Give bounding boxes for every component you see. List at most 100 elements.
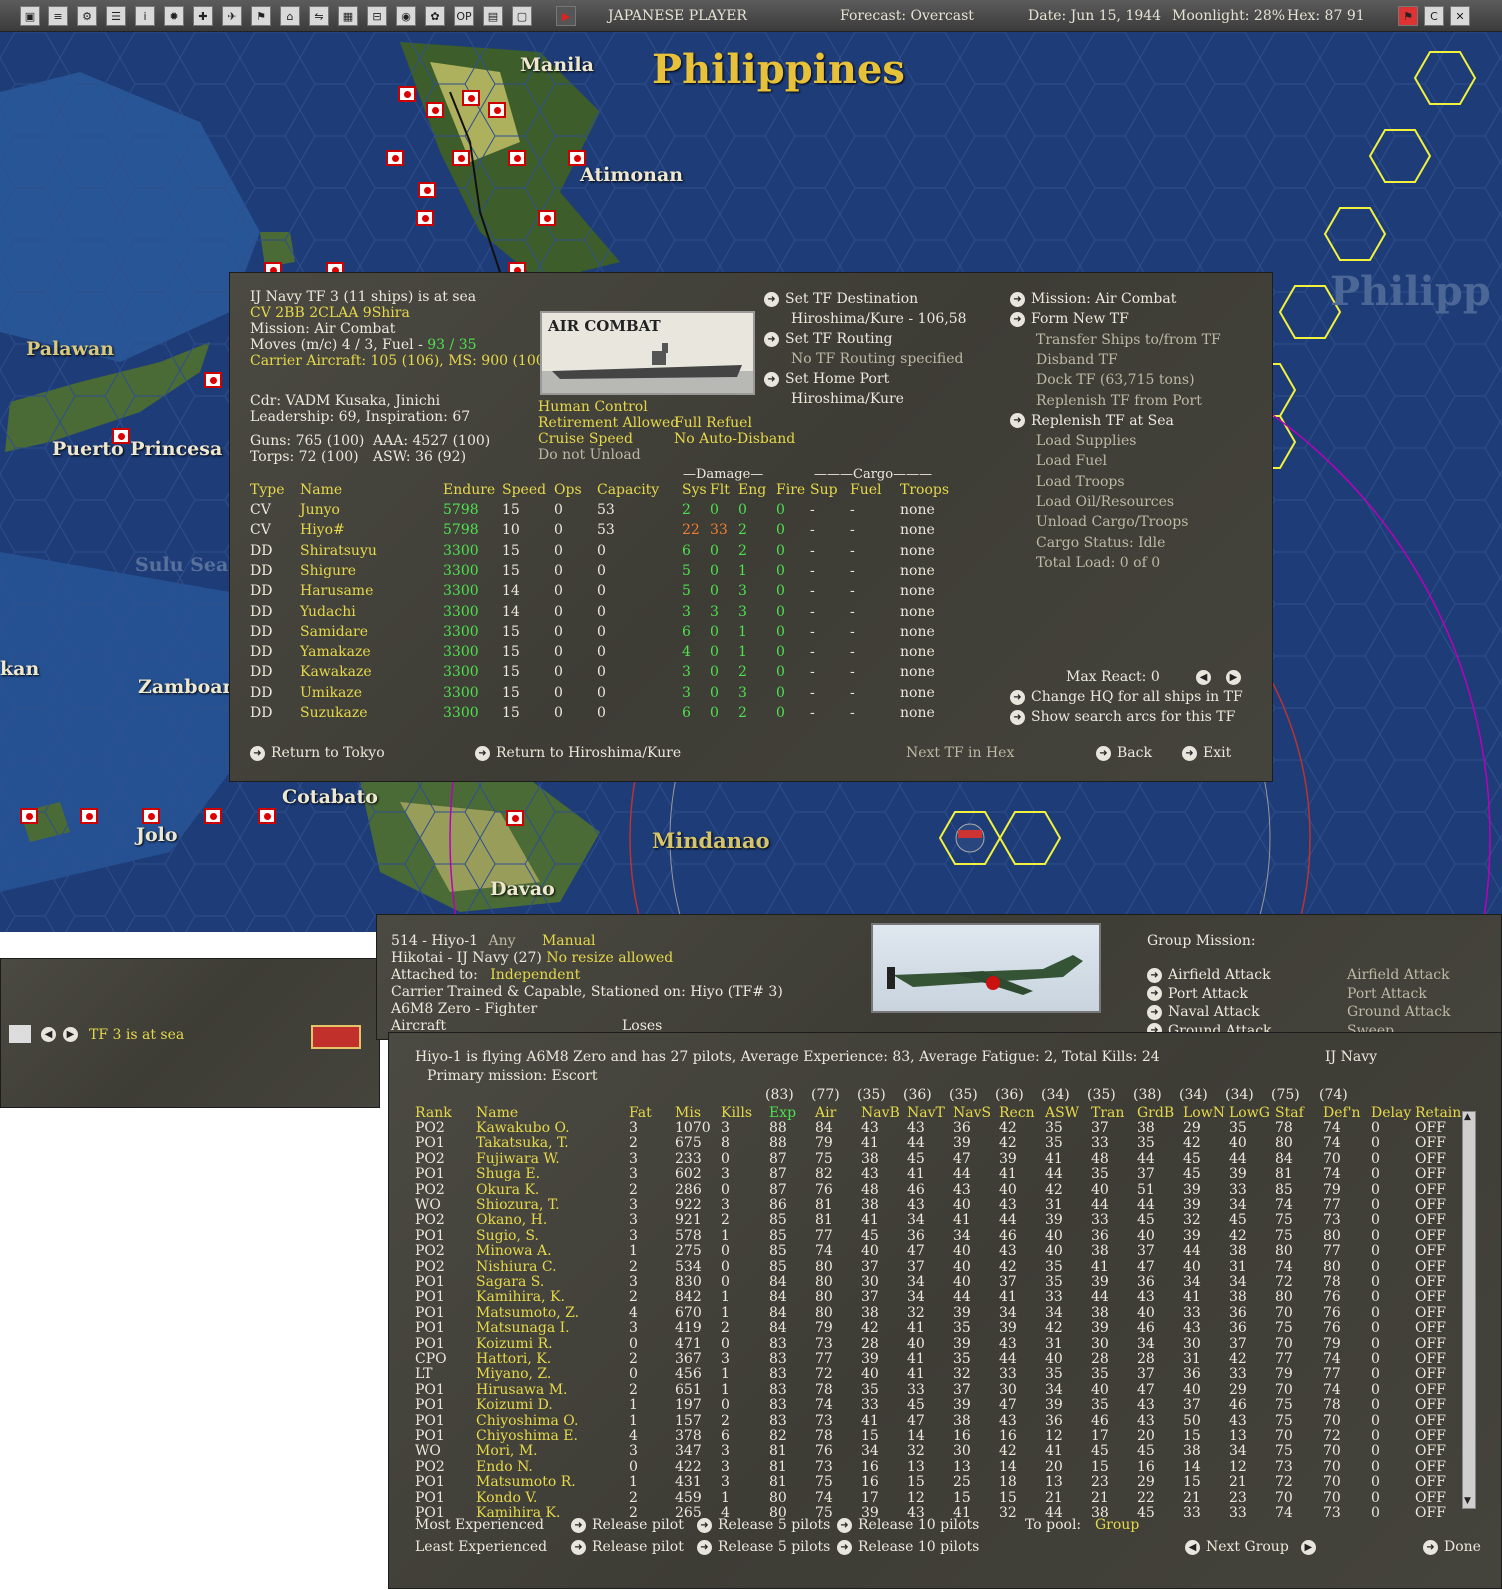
pilot-retain-toggle[interactable]: OFF [1415,1289,1446,1305]
pilot-column-header[interactable]: Exp [769,1105,796,1121]
pilot-column-header[interactable]: Retain [1415,1105,1461,1121]
gear-icon[interactable]: ⚙ [77,6,97,26]
ship-column-header[interactable]: Fire [776,482,805,498]
pilot-name-link[interactable]: Chiyoshima O. [476,1413,578,1429]
settings-icon[interactable]: ✿ [425,6,445,26]
pilot-name-link[interactable]: Chiyoshima E. [476,1428,578,1444]
pilot-retain-toggle[interactable]: OFF [1415,1459,1446,1475]
report-icon[interactable]: ☰ [106,6,126,26]
next-tf-button[interactable]: Next TF in Hex [906,745,1014,761]
pilot-name-link[interactable]: Koizumi D. [476,1397,553,1413]
base-marker-icon[interactable] [204,372,222,388]
base-marker-icon[interactable] [258,808,276,824]
pilot-retain-toggle[interactable]: OFF [1415,1351,1446,1367]
pilot-column-header[interactable]: NavS [953,1105,991,1121]
release-most-10[interactable]: ➜ Release 10 pilots [837,1517,979,1533]
terrain-icon[interactable]: ▦ [338,6,358,26]
base-marker-icon[interactable] [506,810,524,826]
pilot-name-link[interactable]: Kawakubo O. [476,1120,570,1136]
pilot-name-link[interactable]: Sugio, S. [476,1228,539,1244]
flag-icon[interactable]: ⚑ [1398,6,1418,26]
pilot-column-header[interactable]: Name [476,1105,518,1121]
ship-name-link[interactable]: Shigure [300,563,356,579]
ship-column-header[interactable]: Name [300,482,342,498]
next-arrow-icon[interactable]: ▶ [63,1027,78,1042]
pilot-scrollbar[interactable]: ▲ ▼ [1462,1111,1476,1509]
pilot-retain-toggle[interactable]: OFF [1415,1443,1446,1459]
task-force-icon[interactable] [311,1025,361,1049]
pilot-name-link[interactable]: Matsumoto R. [476,1474,576,1490]
ship-column-header[interactable]: Ops [554,482,582,498]
pilot-name-link[interactable]: Miyano, Z. [476,1366,551,1382]
ship-name-link[interactable]: Hiyo# [300,522,345,538]
pilot-name-link[interactable]: Shiozura, T. [476,1197,560,1213]
pilot-retain-toggle[interactable]: OFF [1415,1505,1446,1521]
ship-name-link[interactable]: Samidare [300,624,368,640]
base-marker-icon[interactable] [80,808,98,824]
return-kure-button[interactable]: ➜ Return to Hiroshima/Kure [475,745,681,761]
pilot-column-header[interactable]: Def'n [1323,1105,1361,1121]
pilot-column-header[interactable]: GrdB [1137,1105,1174,1121]
ship-column-header[interactable]: Type [250,482,285,498]
base-marker-icon[interactable] [462,90,480,106]
group-mission-secondary[interactable]: Airfield Attack [1347,967,1450,983]
ship-column-header[interactable]: Flt [710,482,730,498]
close-icon[interactable]: ✕ [1450,6,1470,26]
table-icon[interactable]: ▤ [483,6,503,26]
base-icon[interactable]: ⌂ [280,6,300,26]
ship-column-header[interactable]: Sup [810,482,838,498]
pilot-name-link[interactable]: Sagara S. [476,1274,544,1290]
ship-icon[interactable]: ✈ [222,6,242,26]
pilot-name-link[interactable]: Fujiwara W. [476,1151,560,1167]
base-marker-icon[interactable] [426,102,444,118]
flag-icon[interactable]: ⚑ [251,6,271,26]
pilot-name-link[interactable]: Okano, H. [476,1212,547,1228]
jp-flag-icon[interactable]: ✹ [164,6,184,26]
ship-name-link[interactable]: Umikaze [300,685,362,701]
pilot-column-header[interactable]: Staf [1275,1105,1304,1121]
pilot-column-header[interactable]: NavT [907,1105,945,1121]
unit-icon[interactable]: ⇋ [309,6,329,26]
pilot-name-link[interactable]: Shuga E. [476,1166,540,1182]
pilot-retain-toggle[interactable]: OFF [1415,1397,1446,1413]
ship-column-header[interactable]: Sys [682,482,707,498]
to-pool-value[interactable]: Group [1095,1517,1139,1533]
pilot-retain-toggle[interactable]: OFF [1415,1197,1446,1213]
base-marker-icon[interactable] [204,808,222,824]
ship-column-header[interactable]: Endure [443,482,495,498]
base-marker-icon[interactable] [508,150,526,166]
ship-column-header[interactable]: Capacity [597,482,659,498]
pilot-retain-toggle[interactable]: OFF [1415,1182,1446,1198]
base-marker-icon[interactable] [398,86,416,102]
pilot-name-link[interactable]: Minowa A. [476,1243,552,1259]
group-mission-secondary[interactable]: Ground Attack [1347,1004,1451,1020]
base-marker-icon[interactable] [418,182,436,198]
release-least-5[interactable]: ➜ Release 5 pilots [697,1539,830,1555]
ship-column-header[interactable]: Troops [900,482,949,498]
pilot-retain-toggle[interactable]: OFF [1415,1366,1446,1382]
pilot-retain-toggle[interactable]: OFF [1415,1166,1446,1182]
pilot-column-header[interactable]: Mis [675,1105,701,1121]
pilot-retain-toggle[interactable]: OFF [1415,1382,1446,1398]
pilot-name-link[interactable]: Mori, M. [476,1443,538,1459]
exit-button[interactable]: ➜ Exit [1182,745,1231,761]
ship-name-link[interactable]: Suzukaze [300,705,368,721]
pilot-column-header[interactable]: Recn [999,1105,1035,1121]
next-group-button[interactable]: ◀ Next Group ▶ [1185,1539,1322,1555]
pilot-column-header[interactable]: Delay [1371,1105,1411,1121]
pilot-retain-toggle[interactable]: OFF [1415,1474,1446,1490]
back-button[interactable]: ➜ Back [1096,745,1152,761]
ship-name-link[interactable]: Kawakaze [300,664,372,680]
scroll-up-icon[interactable]: ▲ [1464,1112,1474,1124]
task-force-marker[interactable] [958,830,982,838]
pilot-retain-toggle[interactable]: OFF [1415,1490,1446,1506]
pilot-column-header[interactable]: LowG [1229,1105,1270,1121]
plane-icon[interactable]: ✚ [193,6,213,26]
route-icon[interactable]: ⊟ [367,6,387,26]
info-icon[interactable]: i [135,6,155,26]
pilot-column-header[interactable]: LowN [1183,1105,1225,1121]
base-marker-icon[interactable] [416,210,434,226]
ship-column-header[interactable]: Speed [502,482,546,498]
pilot-retain-toggle[interactable]: OFF [1415,1428,1446,1444]
pilot-column-header[interactable]: ASW [1045,1105,1079,1121]
